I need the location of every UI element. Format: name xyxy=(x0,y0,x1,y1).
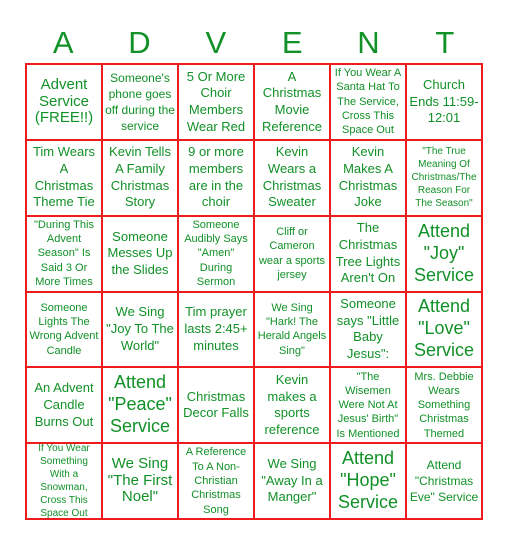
bingo-cell[interactable]: Attend "Love" Service xyxy=(406,291,482,368)
bingo-cell[interactable]: A Christmas Movie Reference xyxy=(254,64,330,140)
bingo-cell[interactable]: We Sing "Hark! The Herald Angels Sing" xyxy=(254,291,330,368)
bingo-cell[interactable]: A Reference To A Non-Christian Christmas… xyxy=(178,443,254,519)
bingo-cell[interactable]: "The True Meaning Of Christmas/The Reaso… xyxy=(406,139,482,216)
header-letter: E xyxy=(281,25,303,60)
bingo-cell[interactable]: Kevin makes a sports reference xyxy=(254,367,330,444)
bingo-cell[interactable]: Someone says "Little Baby Jesus": xyxy=(330,291,406,368)
bingo-cell[interactable]: Kevin Makes A Christmas Joke xyxy=(330,139,406,216)
header-letter: A xyxy=(52,25,74,60)
bingo-cell[interactable]: Someone Messes Up the Slides xyxy=(102,215,178,292)
bingo-cell[interactable]: Church Ends 11:59-12:01 xyxy=(406,64,482,140)
bingo-cell[interactable]: Attend "Peace" Service xyxy=(102,367,178,444)
bingo-cell[interactable]: Someone Lights The Wrong Advent Candle xyxy=(26,291,102,368)
bingo-cell[interactable]: The Christmas Tree Lights Aren't On xyxy=(330,215,406,292)
bingo-cell[interactable]: "During This Advent Season" Is Said 3 Or… xyxy=(26,215,102,292)
bingo-header: A D V E N T xyxy=(25,24,483,62)
bingo-grid: Advent Service (FREE!!) Someone's phone … xyxy=(25,63,483,520)
bingo-cell[interactable]: Attend "Joy" Service xyxy=(406,215,482,292)
bingo-cell[interactable]: Kevin Wears a Christmas Sweater xyxy=(254,139,330,216)
bingo-cell[interactable]: Someone Audibly Says "Amen" During Sermo… xyxy=(178,215,254,292)
bingo-cell[interactable]: Christmas Decor Falls xyxy=(178,367,254,444)
header-letter: D xyxy=(128,25,151,60)
header-letter: V xyxy=(205,25,227,60)
bingo-cell[interactable]: Cliff or Cameron wear a sports jersey xyxy=(254,215,330,292)
bingo-cell[interactable]: Tim prayer lasts 2:45+ minutes xyxy=(178,291,254,368)
bingo-cell[interactable]: An Advent Candle Burns Out xyxy=(26,367,102,444)
header-letter: T xyxy=(435,25,455,60)
bingo-cell[interactable]: Someone's phone goes off during the serv… xyxy=(102,64,178,140)
bingo-cell[interactable]: If You Wear Something With a Snowman, Cr… xyxy=(26,443,102,519)
bingo-cell[interactable]: Mrs. Debbie Wears Something Christmas Th… xyxy=(406,367,482,444)
bingo-cell[interactable]: 5 Or More Choir Members Wear Red xyxy=(178,64,254,140)
bingo-cell[interactable]: 9 or more members are in the choir xyxy=(178,139,254,216)
bingo-cell[interactable]: If You Wear A Santa Hat To The Service, … xyxy=(330,64,406,140)
header-letter: N xyxy=(357,25,380,60)
bingo-cell[interactable]: Attend "Christmas Eve" Service xyxy=(406,443,482,519)
bingo-cell[interactable]: Attend "Hope" Service xyxy=(330,443,406,519)
bingo-cell[interactable]: Advent Service (FREE!!) xyxy=(26,64,102,140)
bingo-cell[interactable]: Tim Wears A Christmas Theme Tie xyxy=(26,139,102,216)
bingo-cell[interactable]: We Sing "Joy To The World" xyxy=(102,291,178,368)
bingo-cell[interactable]: "The Wisemen Were Not At Jesus' Birth" I… xyxy=(330,367,406,444)
bingo-cell[interactable]: We Sing "The First Noel" xyxy=(102,443,178,519)
bingo-cell[interactable]: Kevin Tells A Family Christmas Story xyxy=(102,139,178,216)
bingo-cell[interactable]: We Sing "Away In a Manger" xyxy=(254,443,330,519)
